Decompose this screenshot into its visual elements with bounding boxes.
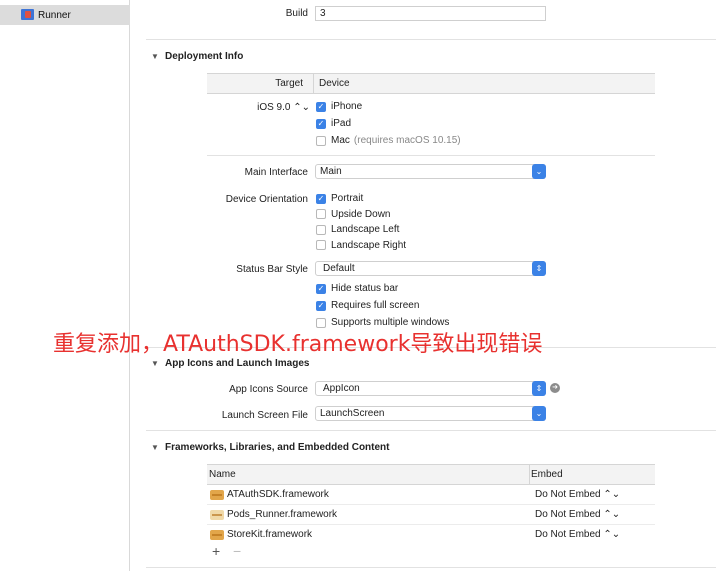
orientation-label: Landscape Right [331,239,407,251]
stepper-arrows-icon[interactable]: ⇕ [532,261,546,276]
table-row[interactable]: ATAuthSDK.framework Do Not Embed ⌃⌄ [207,485,655,504]
option-label: Requires full screen [331,300,420,311]
device-iphone[interactable]: ✓ iPhone [316,98,461,115]
launch-screen-value: LaunchScreen [320,408,385,419]
xcode-project-icon [21,9,34,21]
status-options-list: ✓ Hide status bar ✓ Requires full screen… [316,280,449,331]
main-interface-select[interactable]: Main ⌄ [315,164,546,179]
frameworks-table-header [207,464,655,485]
column-divider [529,464,530,485]
framework-name: Pods_Runner.framework [227,509,338,520]
device-mac[interactable]: Mac (requires macOS 10.15) [316,132,461,149]
status-bar-style-label: Status Bar Style [236,264,308,275]
orientation-landscape-left[interactable]: Landscape Left [316,222,406,238]
disclosure-triangle-icon[interactable]: ▼ [151,443,159,452]
sidebar-item-runner[interactable]: Runner [0,5,130,25]
sidebar: Runner [0,0,130,571]
launch-screen-label: Launch Screen File [221,410,308,421]
divider [146,430,716,431]
device-label: Mac [331,135,350,146]
framework-icon [210,489,224,500]
divider [146,567,716,568]
column-divider [313,73,314,94]
framework-icon [210,529,224,540]
divider [146,39,716,40]
main-interface-label: Main Interface [244,167,308,178]
orientation-label: Upside Down [331,208,391,220]
checkbox-upside-down[interactable] [316,209,326,220]
frameworks-header[interactable]: ▼ Frameworks, Libraries, and Embedded Co… [151,442,390,453]
app-icons-title: App Icons and Launch Images [165,358,310,369]
name-column-header[interactable]: Name [209,469,236,480]
orientation-portrait[interactable]: ✓ Portrait [316,191,406,207]
embed-select[interactable]: Do Not Embed ⌃⌄ [529,489,620,500]
app-icons-source-value: AppIcon [323,383,360,394]
device-ipad[interactable]: ✓ iPad [316,115,461,132]
remove-framework-button[interactable]: − [233,543,241,559]
status-bar-style-value: Default [323,263,355,274]
checkbox-requires-full-screen[interactable]: ✓ [316,300,326,311]
deployment-info-title: Deployment Info [165,51,244,62]
checkbox-portrait[interactable]: ✓ [316,193,326,204]
device-label: iPad [331,118,352,129]
ios-version-select[interactable]: iOS 9.0 ⌃⌄ [230,102,310,113]
embed-select[interactable]: Do Not Embed ⌃⌄ [529,529,620,540]
orientation-label: Landscape Left [331,224,400,236]
app-icons-source-select[interactable]: AppIcon ⇕ [315,381,546,396]
app-icons-header[interactable]: ▼ App Icons and Launch Images [151,358,309,369]
orientation-landscape-right[interactable]: Landscape Right [316,238,406,254]
app-icons-source-label: App Icons Source [229,384,308,395]
orientation-list: ✓ Portrait Upside Down Landscape Left La… [316,191,406,253]
target-header: Target [275,78,303,89]
frameworks-table: ATAuthSDK.framework Do Not Embed ⌃⌄ Pods… [207,485,655,544]
option-hide-status-bar[interactable]: ✓ Hide status bar [316,280,449,297]
disclosure-triangle-icon[interactable]: ▼ [151,359,159,368]
build-label: Build [285,8,308,19]
main-interface-value: Main [320,166,342,177]
framework-icon [210,509,224,520]
embed-select[interactable]: Do Not Embed ⌃⌄ [529,509,620,520]
checkbox-mac[interactable] [316,135,326,146]
table-row[interactable]: StoreKit.framework Do Not Embed ⌃⌄ [207,525,655,544]
navigate-arrow-icon[interactable]: ➜ [550,383,560,393]
build-field[interactable]: 3 [315,6,546,21]
chevron-down-icon[interactable]: ⌄ [532,164,546,179]
stepper-arrows-icon[interactable]: ⇕ [532,381,546,396]
status-bar-style-select[interactable]: Default ⇕ [315,261,546,276]
table-row[interactable]: Pods_Runner.framework Do Not Embed ⌃⌄ [207,505,655,524]
chevron-down-icon[interactable]: ⌄ [532,406,546,421]
checkbox-hide-status-bar[interactable]: ✓ [316,283,326,294]
sidebar-item-label: Runner [38,9,71,21]
framework-name: ATAuthSDK.framework [227,489,329,500]
option-requires-full-screen[interactable]: ✓ Requires full screen [316,297,449,314]
device-orientation-label: Device Orientation [225,194,308,205]
framework-name: StoreKit.framework [227,529,313,540]
annotation-text: 重复添加，ATAuthSDK.framework导致出现错误 [53,332,543,357]
launch-screen-select[interactable]: LaunchScreen ⌄ [315,406,546,421]
device-label: iPhone [331,101,363,112]
embed-column-header[interactable]: Embed [531,469,563,480]
add-framework-button[interactable]: + [212,543,220,559]
disclosure-triangle-icon[interactable]: ▼ [151,52,159,61]
divider [207,155,655,156]
checkbox-iphone[interactable]: ✓ [316,101,326,112]
orientation-label: Portrait [331,193,364,205]
checkbox-landscape-right[interactable] [316,240,326,251]
device-header: Device [319,78,350,89]
device-list: ✓ iPhone ✓ iPad Mac (requires macOS 10.1… [316,98,461,149]
device-note: (requires macOS 10.15) [353,135,461,146]
option-label: Hide status bar [331,283,399,294]
checkbox-landscape-left[interactable] [316,224,326,235]
frameworks-title: Frameworks, Libraries, and Embedded Cont… [165,442,390,453]
checkbox-ipad[interactable]: ✓ [316,118,326,129]
orientation-upside-down[interactable]: Upside Down [316,207,406,223]
deployment-info-header[interactable]: ▼ Deployment Info [151,51,243,62]
